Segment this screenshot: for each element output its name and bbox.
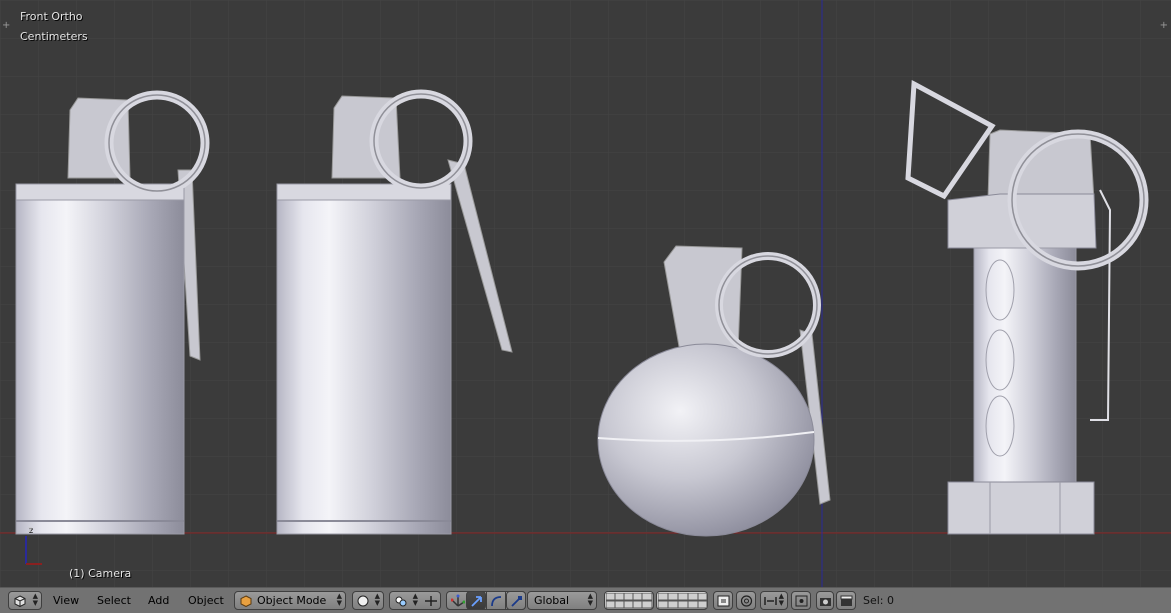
3d-viewport[interactable]: Front Ortho Centimeters (1) Camera z + + [0,0,1171,587]
orientation-selector[interactable]: Global ▲ ▼ [527,591,597,610]
layer-grid-icon [658,593,708,609]
active-object-label: (1) Camera [69,567,132,580]
clapper-icon [840,595,853,606]
region-expand-right-icon[interactable]: + [1160,20,1168,31]
chevron-updown-icon: ▲ ▼ [336,592,342,607]
menu-object[interactable]: Object [188,591,224,610]
rotate-arc-icon [491,596,502,607]
snap-target-icon [795,595,808,607]
render-camera-icon [820,598,831,606]
3d-view-icon [14,595,26,607]
axis-z-label: z [28,525,33,534]
rotate-toggle[interactable] [486,591,506,610]
pivot-icon [395,596,407,607]
manipulator-axes-icon[interactable] [451,594,465,608]
scale-icon [511,596,522,607]
pivot-point-button[interactable]: ▲ ▼ [389,591,441,610]
translate-arrow-icon [471,596,482,607]
snap-icon [764,597,777,605]
view-name-label: Front Ortho [20,10,83,23]
viewport-canvas[interactable] [0,0,1171,587]
chevron-updown-icon: ▲ ▼ [32,592,38,607]
lock-layers-icon [717,595,730,607]
layers-block-2[interactable] [656,591,708,610]
mode-label: Object Mode [257,594,327,607]
menu-view[interactable]: View [53,591,79,610]
lock-layers-toggle[interactable] [713,591,733,610]
chevron-updown-icon: ▲ ▼ [412,592,418,607]
editor-type-button[interactable]: ▲ ▼ [8,591,42,610]
translate-toggle[interactable] [466,591,486,610]
chevron-updown-icon: ▲ ▼ [374,592,380,607]
object-cube-icon [240,595,252,607]
chevron-updown-icon: ▲ ▼ [778,592,784,607]
orientation-label: Global [534,594,570,607]
viewport-shading-button[interactable]: ▲ ▼ [352,591,384,610]
menu-select[interactable]: Select [97,591,131,610]
menu-add[interactable]: Add [148,591,169,610]
mode-selector[interactable]: Object Mode ▲ ▼ [234,591,346,610]
layers-block-1[interactable] [604,591,654,610]
3d-view-header: ▲ ▼ View Select Add Object Object Mode ▲ ▼… [0,587,1171,613]
region-expand-left-icon[interactable]: + [2,20,10,31]
proportional-edit-toggle[interactable] [736,591,756,610]
manipulator-center-icon [425,596,437,606]
solid-sphere-icon [357,595,369,607]
opengl-render-animation-button[interactable] [836,591,856,610]
units-label: Centimeters [20,30,88,43]
snap-element-selector[interactable]: ▲ ▼ [760,591,788,610]
scale-toggle[interactable] [506,591,526,610]
chevron-updown-icon: ▲ ▼ [587,592,593,607]
proportional-edit-icon [740,595,753,607]
selection-count: Sel: 0 [863,594,895,607]
layer-grid-icon [606,593,653,609]
snap-target-button[interactable] [791,591,811,610]
render-preview-button[interactable] [816,591,834,610]
